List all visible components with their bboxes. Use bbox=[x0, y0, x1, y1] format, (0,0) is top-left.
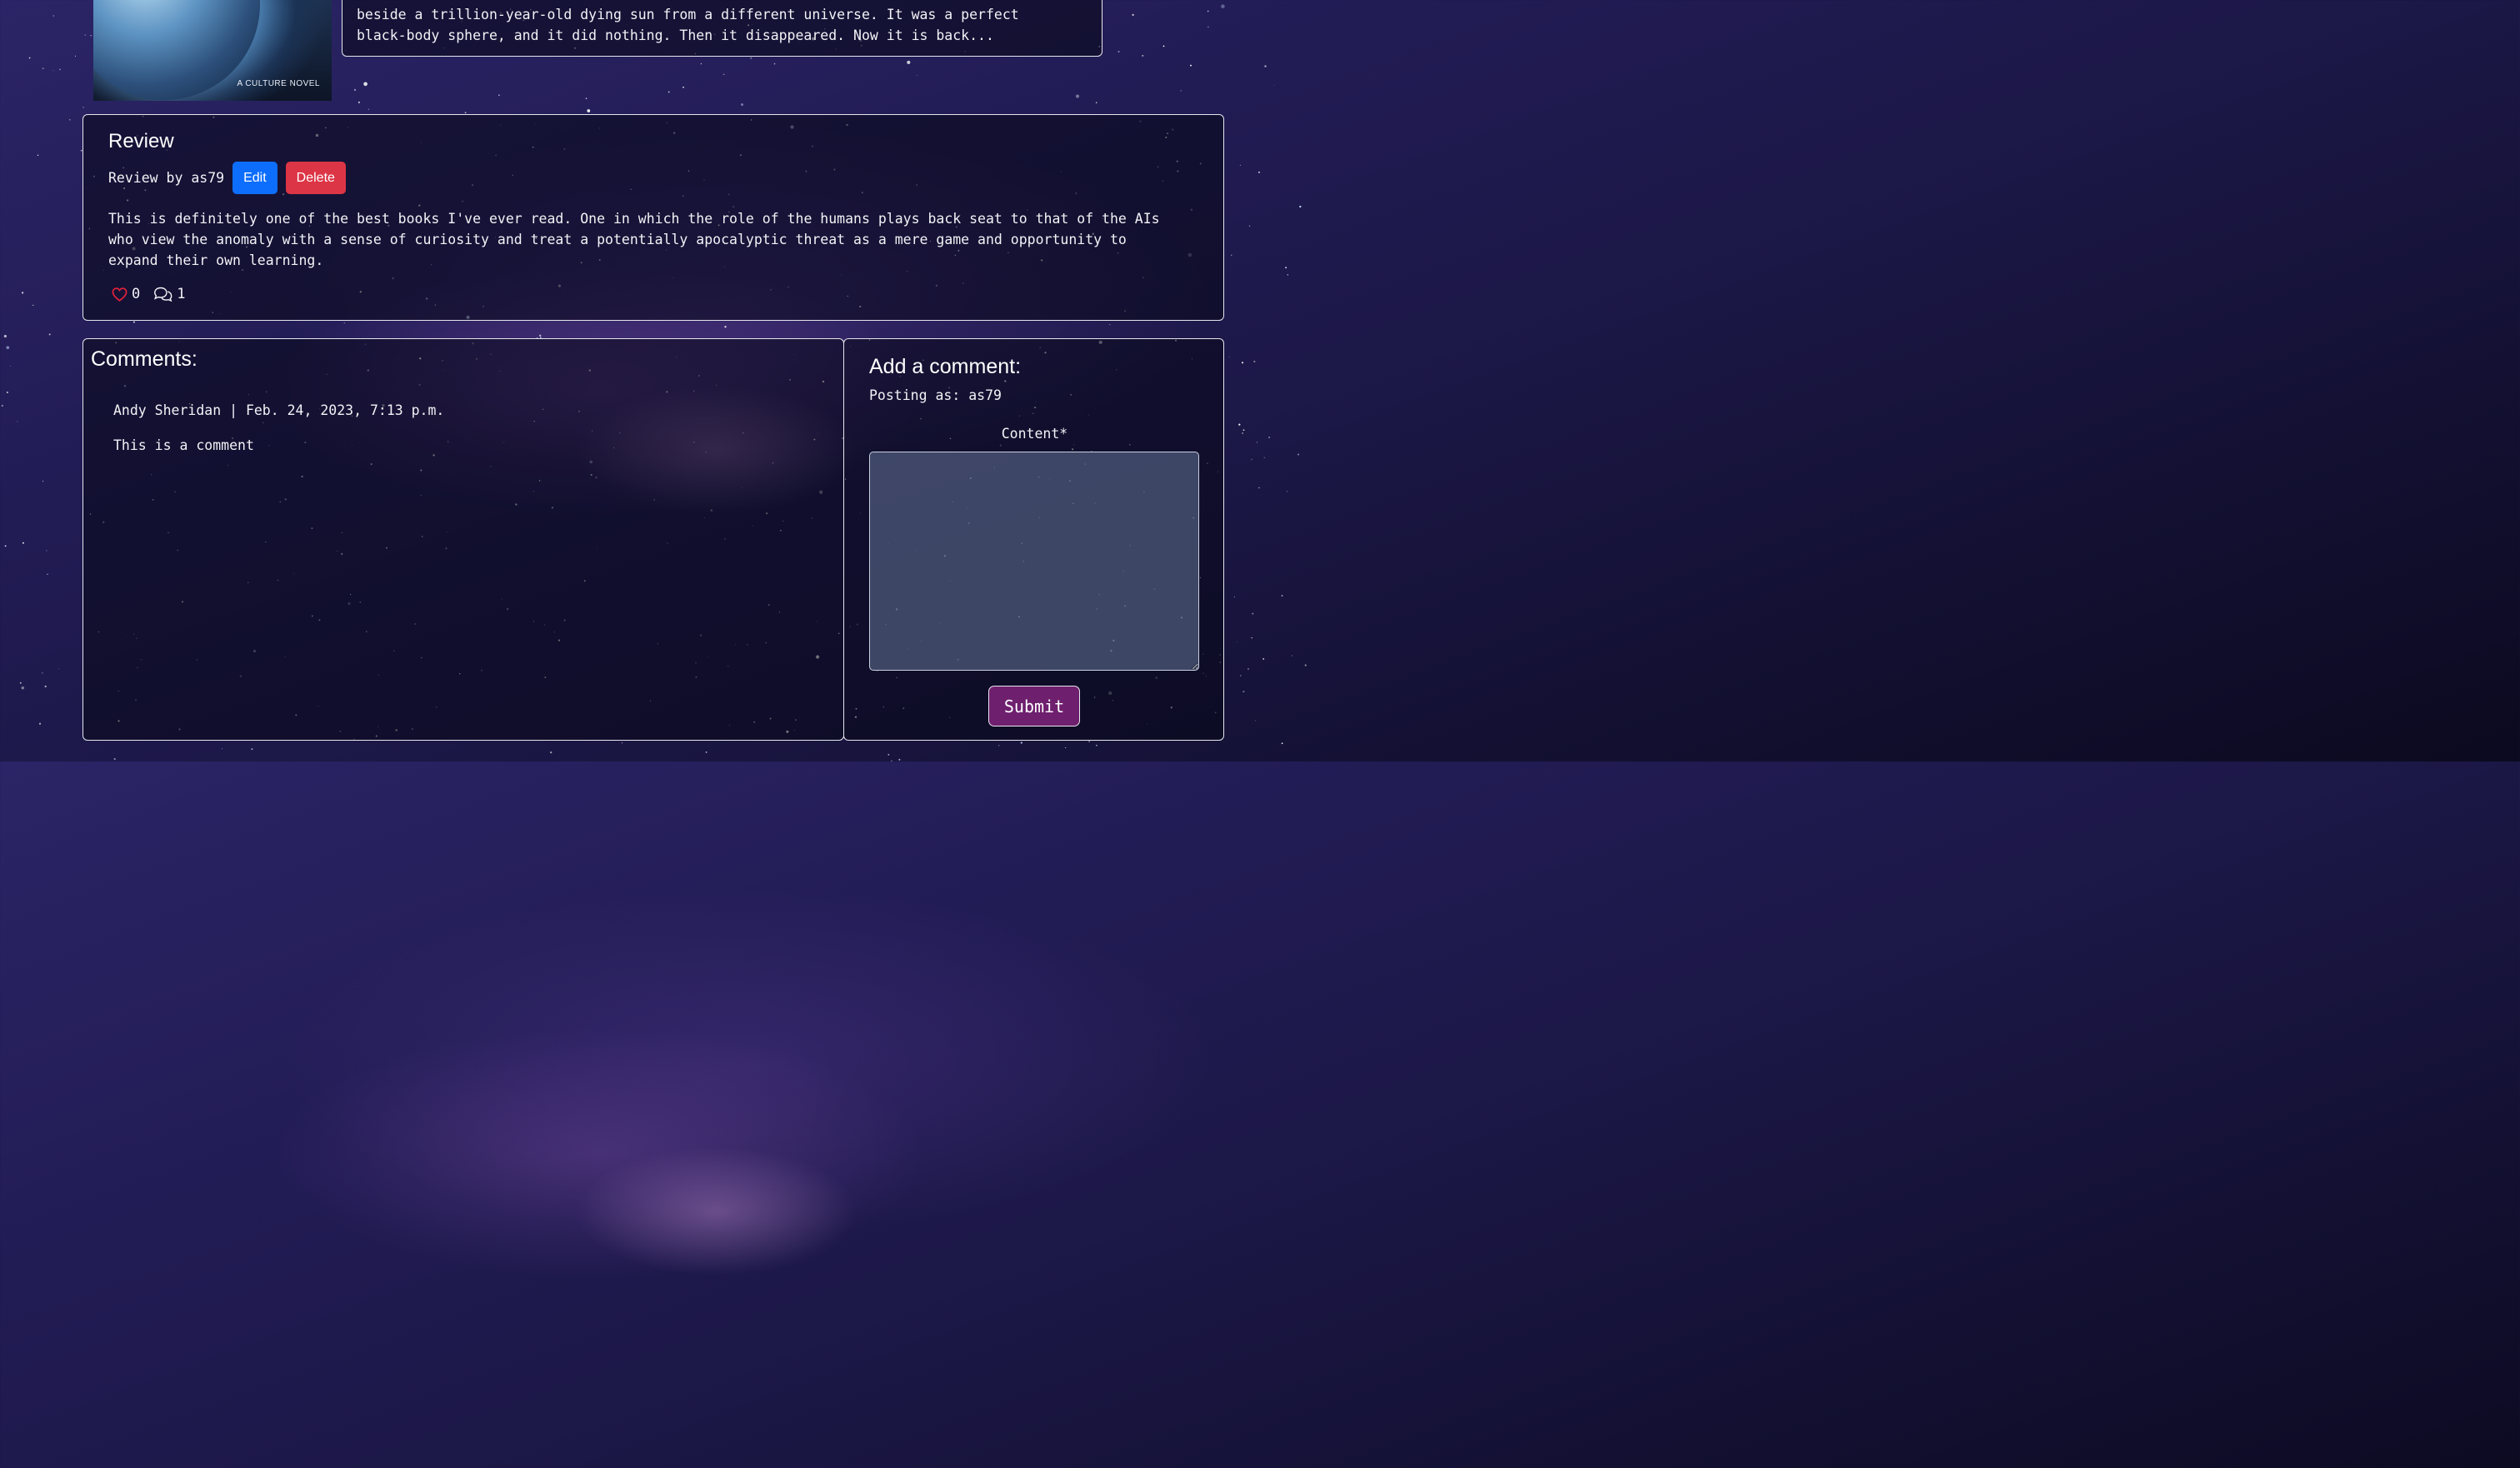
posting-as-label: Posting as: as79 bbox=[869, 387, 1002, 403]
comment-count: 1 bbox=[177, 286, 186, 302]
synopsis-line: black-body sphere, and it did nothing. T… bbox=[357, 27, 994, 43]
cover-planet-art bbox=[93, 0, 260, 100]
comments-panel: Comments: Andy Sheridan | Feb. 24, 2023,… bbox=[82, 338, 844, 741]
chat-bubbles-icon bbox=[153, 287, 172, 302]
review-body: This is definitely one of the best books… bbox=[108, 208, 1192, 271]
submit-comment-button[interactable]: Submit bbox=[988, 686, 1080, 727]
review-author-row: Review by as79 Edit Delete bbox=[108, 162, 346, 194]
book-cover-image: A CULTURE NOVEL bbox=[93, 0, 332, 101]
book-synopsis-card: beside a trillion-year-old dying sun fro… bbox=[342, 0, 1102, 57]
like-count: 0 bbox=[132, 286, 141, 302]
heart-outline-icon[interactable] bbox=[112, 287, 128, 302]
edit-review-button[interactable]: Edit bbox=[232, 162, 278, 194]
content-field-label: Content* bbox=[1001, 426, 1068, 442]
review-body-line: expand their own learning. bbox=[108, 252, 324, 268]
review-heading: Review bbox=[108, 130, 174, 152]
comments-heading: Comments: bbox=[91, 347, 198, 371]
review-body-line: who view the anomaly with a sense of cur… bbox=[108, 232, 1127, 247]
synopsis-line: beside a trillion-year-old dying sun fro… bbox=[357, 7, 1019, 22]
comment-content-textarea[interactable] bbox=[869, 452, 1199, 671]
review-stats: 0 1 bbox=[112, 286, 186, 302]
add-comment-panel: Add a comment: Posting as: as79 Content*… bbox=[843, 338, 1224, 741]
comment-meta: Andy Sheridan | Feb. 24, 2023, 7:13 p.m. bbox=[113, 402, 445, 418]
delete-review-button[interactable]: Delete bbox=[285, 162, 346, 194]
cover-caption: A CULTURE NOVEL bbox=[237, 79, 320, 88]
review-author: Review by as79 bbox=[108, 170, 225, 186]
comment-body: This is a comment bbox=[113, 437, 254, 453]
review-card: Review Review by as79 Edit Delete This i… bbox=[82, 114, 1224, 321]
add-comment-heading: Add a comment: bbox=[869, 355, 1022, 378]
review-body-line: This is definitely one of the best books… bbox=[108, 211, 1160, 227]
